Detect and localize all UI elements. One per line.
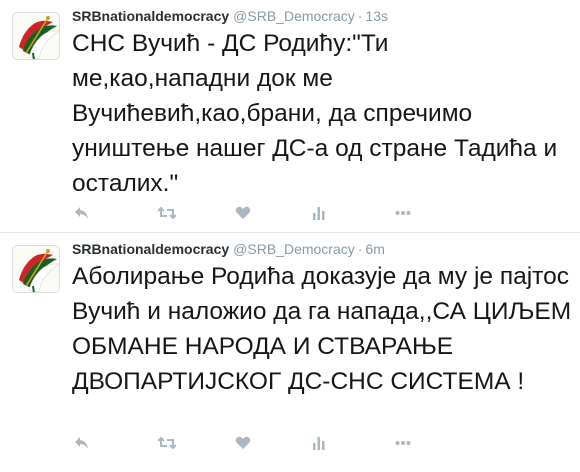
like-button[interactable] bbox=[233, 203, 253, 223]
more-button[interactable] bbox=[393, 433, 413, 453]
analytics-button[interactable] bbox=[309, 203, 329, 223]
reply-button[interactable] bbox=[72, 203, 92, 223]
more-button[interactable] bbox=[393, 203, 413, 223]
tweet-actions bbox=[72, 433, 472, 453]
retweet-button[interactable] bbox=[157, 433, 177, 453]
tweet[interactable]: SRBnationaldemocracy @SRB_Democracy · 13s С… bbox=[0, 0, 580, 233]
tweet-text: Аболирање Родића доказује да му је пајто… bbox=[72, 263, 572, 395]
tweet-text: СНС Вучић - ДС Родићу:"Ти ме,као,нападни… bbox=[72, 30, 558, 197]
retweet-icon bbox=[158, 206, 176, 220]
reply-icon bbox=[75, 437, 88, 449]
avatar[interactable] bbox=[12, 12, 60, 60]
user-handle[interactable]: @SRB_Democracy bbox=[233, 241, 355, 257]
reply-button[interactable] bbox=[72, 433, 92, 453]
avatar[interactable] bbox=[12, 245, 60, 293]
timestamp[interactable]: 13s bbox=[365, 8, 388, 24]
retweet-icon bbox=[158, 436, 176, 450]
analytics-button[interactable] bbox=[309, 433, 329, 453]
display-name[interactable]: SRBnationaldemocracy bbox=[72, 241, 229, 257]
heart-icon bbox=[235, 436, 251, 449]
timestamp[interactable]: 6m bbox=[365, 241, 384, 257]
tweet-header: SRBnationaldemocracy @SRB_Democracy · 13s bbox=[72, 8, 388, 24]
analytics-icon bbox=[313, 207, 325, 220]
heart-icon bbox=[235, 206, 251, 219]
separator-dot: · bbox=[357, 241, 363, 257]
reply-icon bbox=[75, 207, 88, 219]
more-icon bbox=[395, 211, 411, 215]
user-handle[interactable]: @SRB_Democracy bbox=[233, 8, 355, 24]
avatar-image bbox=[13, 13, 59, 59]
tweet[interactable]: SRBnationaldemocracy @SRB_Democracy · 6m Аб… bbox=[0, 233, 580, 472]
separator-dot: · bbox=[357, 8, 363, 24]
tweet-actions bbox=[72, 203, 472, 223]
avatar-image bbox=[13, 246, 59, 292]
retweet-button[interactable] bbox=[157, 203, 177, 223]
like-button[interactable] bbox=[233, 433, 253, 453]
tweet-header: SRBnationaldemocracy @SRB_Democracy · 6m bbox=[72, 241, 385, 257]
display-name[interactable]: SRBnationaldemocracy bbox=[72, 8, 229, 24]
more-icon bbox=[395, 441, 411, 445]
analytics-icon bbox=[313, 437, 325, 450]
